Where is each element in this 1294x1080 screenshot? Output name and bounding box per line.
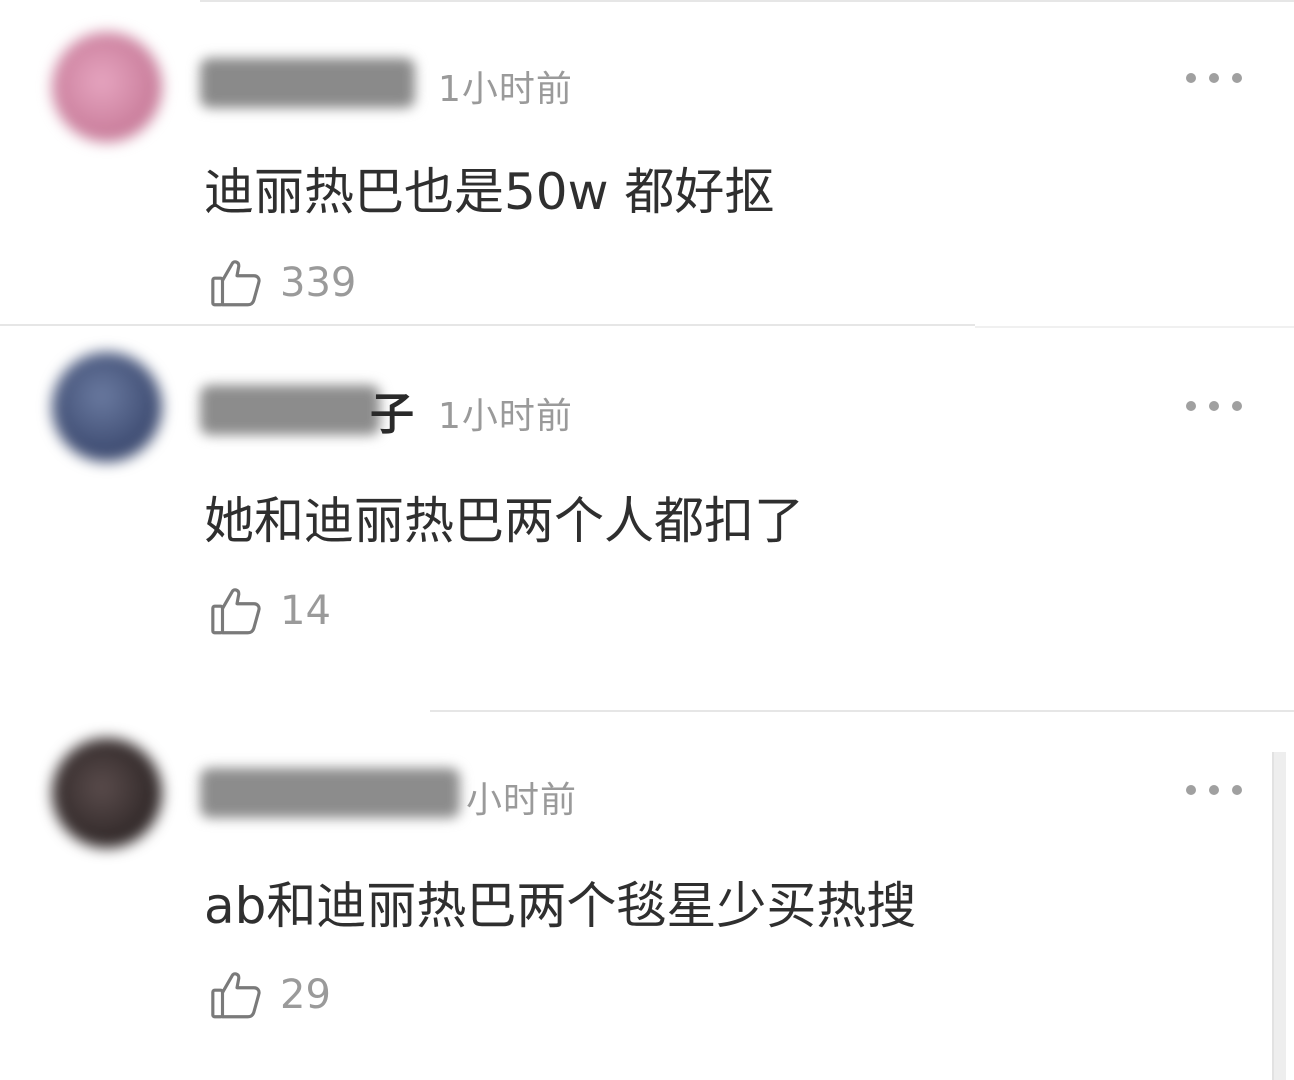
comment-item-3: 小时前 ab和迪丽热巴两个毯星少买热搜 29 — [0, 0, 1294, 1080]
more-dots-icon — [1186, 785, 1196, 795]
like-count: 29 — [280, 972, 331, 1018]
avatar[interactable] — [52, 738, 162, 848]
like-button[interactable]: 29 — [208, 966, 331, 1024]
comment-text: ab和迪丽热巴两个毯星少买热搜 — [204, 877, 917, 935]
thumbs-up-icon — [211, 972, 261, 1019]
scrollbar[interactable] — [1272, 752, 1286, 1080]
more-options-button[interactable] — [1186, 782, 1242, 798]
username-blurred[interactable] — [200, 768, 460, 818]
comment-time: 小时前 — [466, 780, 578, 821]
